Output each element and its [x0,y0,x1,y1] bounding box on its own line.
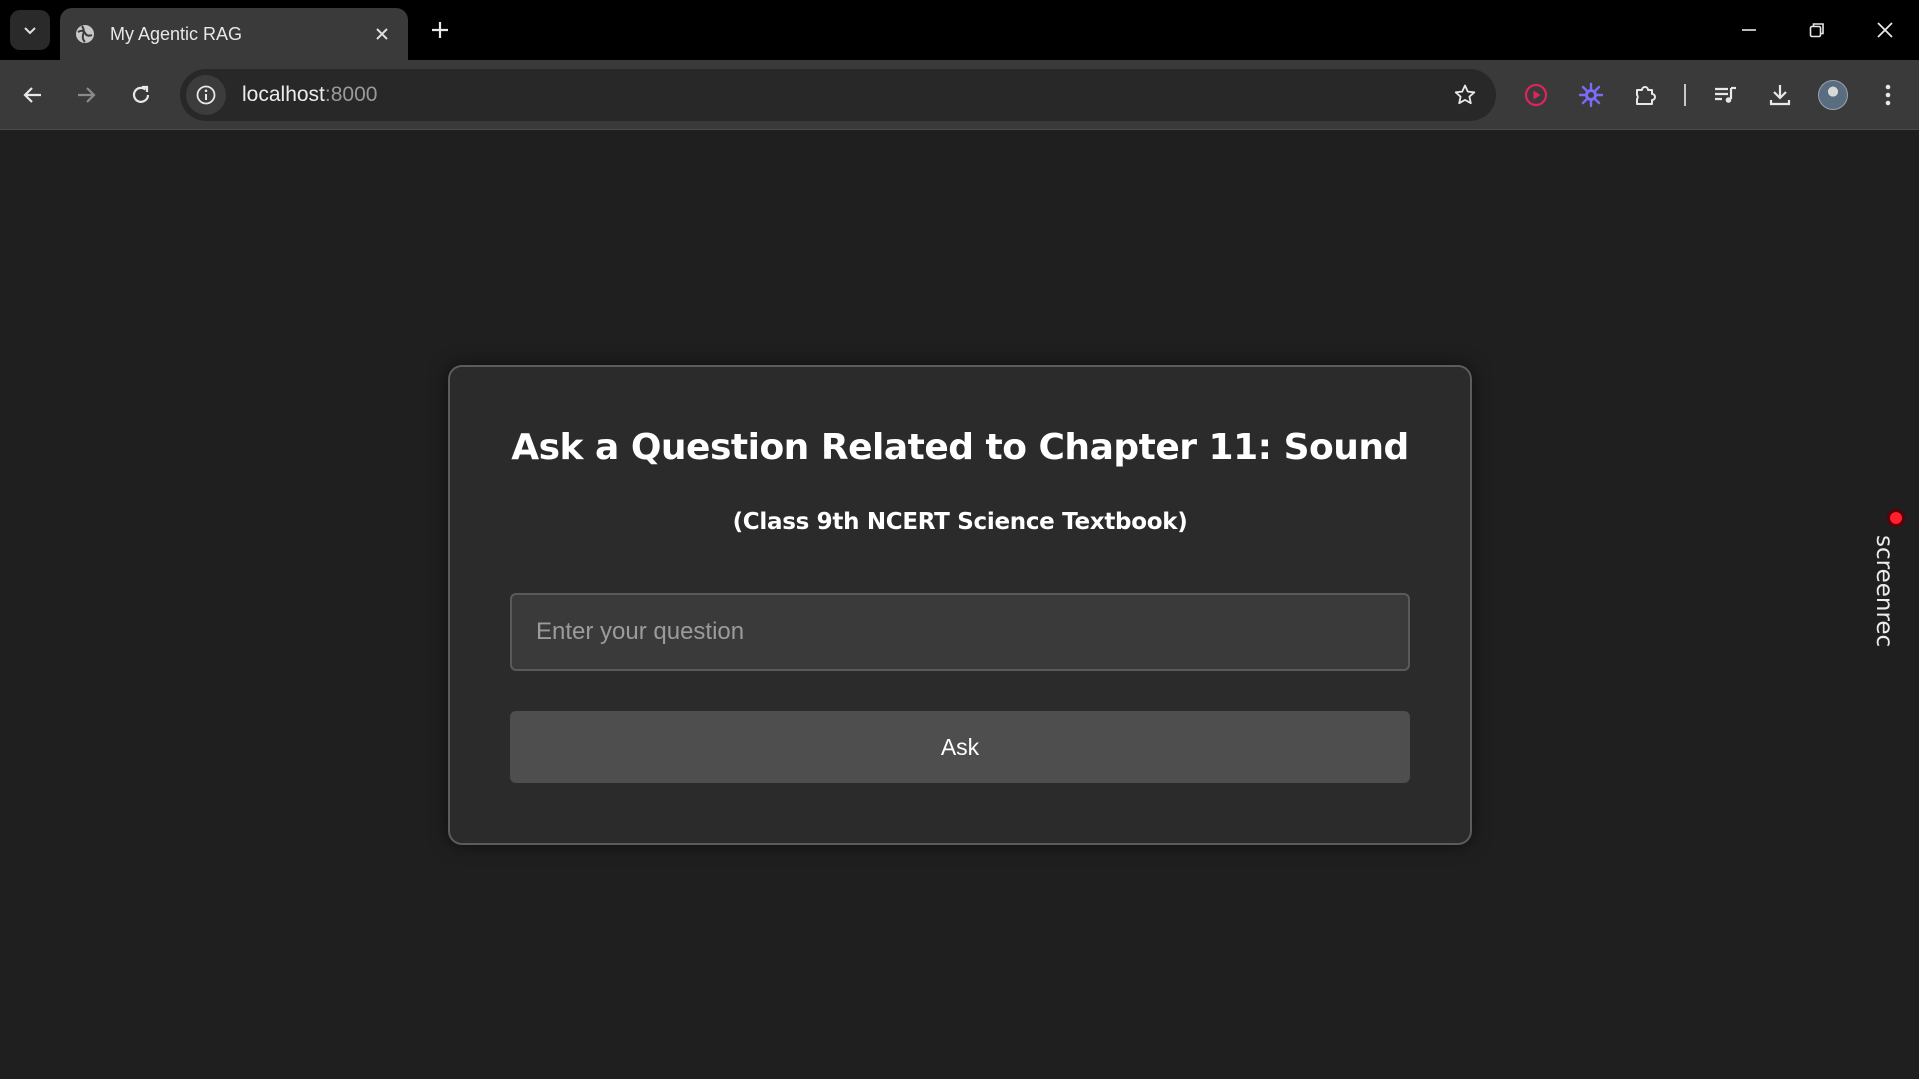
extensions-button[interactable] [1627,76,1665,114]
extension-perplexity[interactable] [1572,76,1610,114]
restore-icon [1809,23,1824,38]
tab-strip: My Agentic RAG [0,0,1919,60]
star-icon [1454,84,1476,105]
question-card: Ask a Question Related to Chapter 11: So… [448,365,1472,845]
reload-icon [132,85,150,103]
minimize-icon [1742,29,1756,31]
record-dot-icon [1887,509,1905,527]
globe-icon [74,23,96,45]
page-viewport: Ask a Question Related to Chapter 11: So… [0,131,1919,1079]
toolbar-separator [1684,84,1686,106]
close-window-button[interactable] [1862,8,1908,52]
new-tab-button[interactable] [424,14,456,46]
profile-avatar[interactable] [1818,80,1848,110]
url-port: :8000 [324,83,378,106]
reload-button[interactable] [122,76,160,114]
extension-screen-record[interactable] [1517,76,1555,114]
site-info-button[interactable] [186,75,226,115]
tab-search-button[interactable] [10,10,50,50]
minimize-button[interactable] [1726,8,1772,52]
url-text: localhost:8000 [242,83,377,107]
bookmark-button[interactable] [1446,76,1484,114]
media-queue-icon [1715,86,1736,103]
ask-button[interactable]: Ask [510,711,1410,783]
active-tab[interactable]: My Agentic RAG [60,8,408,60]
chrome-menu-button[interactable] [1869,76,1907,114]
forward-button[interactable] [67,76,105,114]
tab-title: My Agentic RAG [110,23,243,44]
url-host: localhost [242,83,325,106]
close-icon [1877,22,1893,38]
browser-toolbar: localhost:8000 [0,60,1919,130]
download-icon [1769,85,1791,106]
screen-record-icon [1524,83,1548,107]
restore-button[interactable] [1794,8,1840,52]
close-tab-icon[interactable] [370,22,394,46]
info-icon [196,85,216,105]
card-subtitle: (Class 9th NCERT Science Textbook) [732,509,1188,535]
plus-icon [432,22,448,38]
screenrec-widget[interactable]: screenrec [1871,507,1910,647]
back-button[interactable] [14,76,52,114]
question-input[interactable] [510,593,1410,671]
more-vert-icon [1885,84,1891,106]
arrow-left-icon [23,87,41,103]
card-title: Ask a Question Related to Chapter 11: So… [511,427,1409,468]
puzzle-icon [1636,86,1656,105]
screenrec-label: screenrec [1871,535,1897,648]
media-controls-button[interactable] [1706,76,1744,114]
perplexity-icon [1578,82,1604,108]
chevron-down-icon [24,27,36,35]
arrow-right-icon [78,87,96,103]
address-bar[interactable]: localhost:8000 [180,69,1496,121]
downloads-button[interactable] [1761,76,1799,114]
